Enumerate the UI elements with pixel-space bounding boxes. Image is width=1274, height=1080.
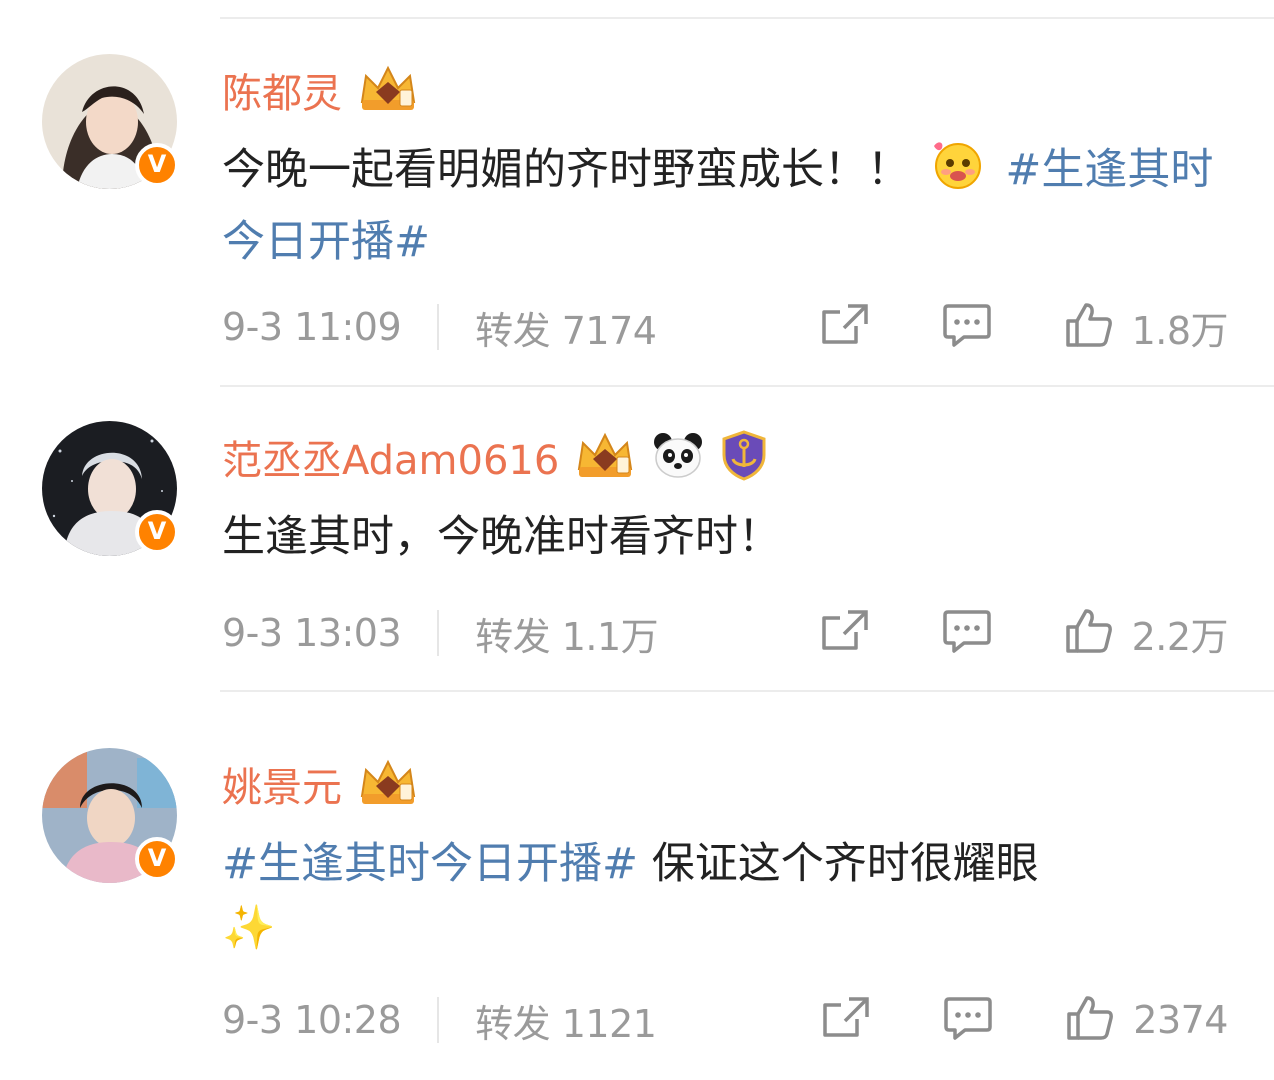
post-text: 保证这个齐时很耀眼 xyxy=(638,839,1039,889)
post-time: 9-3 10:28 xyxy=(222,998,402,1042)
sparkles-emoji-icon: ✨ xyxy=(222,903,276,953)
like-icon[interactable] xyxy=(1065,994,1115,1046)
repost-count[interactable]: 转发 1121 xyxy=(475,993,657,1048)
avatar[interactable]: V xyxy=(42,748,179,883)
like-count: 2374 xyxy=(1133,998,1228,1042)
post-item: V 姚景元 #生逢其时今日开播# 保证这个齐时很耀眼 ✨ 9-3 10:28 转… xyxy=(0,0,1274,1080)
comment-icon[interactable] xyxy=(943,995,993,1045)
user-name[interactable]: 姚景元 xyxy=(222,755,342,813)
verified-v-icon: V xyxy=(135,837,179,881)
share-icon[interactable] xyxy=(821,995,871,1045)
crown-badge-icon xyxy=(356,756,420,812)
topic-link[interactable]: #生逢其时今日开播# xyxy=(222,839,638,889)
meta-separator xyxy=(437,997,440,1043)
